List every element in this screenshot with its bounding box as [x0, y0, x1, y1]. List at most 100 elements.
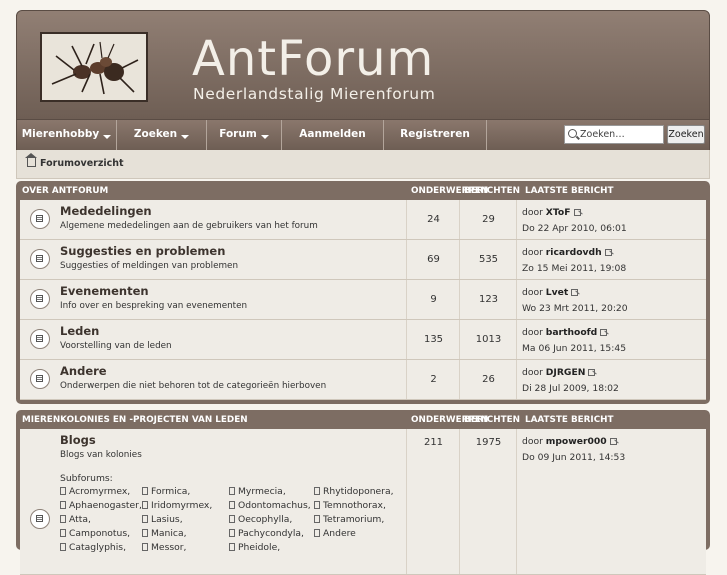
subforum-column: Formica, Iridomyrmex, Lasius, Manica, Me…	[142, 486, 212, 556]
view-latest-post-icon[interactable]	[588, 369, 596, 376]
last-post-user[interactable]: mpower000	[546, 436, 607, 447]
last-post-date: Ma 06 Jun 2011, 15:45	[522, 343, 627, 354]
subforum-column: Acromyrmex, Aphaenogaster, Atta, Campono…	[60, 486, 142, 556]
subforum-link[interactable]: Messor,	[142, 542, 212, 556]
subforum-label: Aphaenogaster,	[69, 500, 142, 511]
topics-cell: 9	[406, 280, 460, 319]
subforum-link[interactable]: Camponotus,	[60, 528, 142, 542]
topic-count: 211	[423, 437, 444, 448]
subforum-link[interactable]: Cataglyphis,	[60, 542, 142, 556]
nav-forum[interactable]: Forum	[207, 120, 282, 150]
posts-cell: 535	[459, 240, 517, 279]
topics-cell: 69	[406, 240, 460, 279]
subforum-link[interactable]: Andere	[314, 528, 394, 542]
subforum-label: Pheidole,	[238, 542, 281, 553]
ant-logo-image[interactable]	[40, 32, 148, 102]
forum-title[interactable]: Leden	[60, 324, 99, 338]
subforum-link[interactable]: Acromyrmex,	[60, 486, 142, 500]
topic-count: 9	[430, 294, 437, 305]
view-latest-post-icon[interactable]	[571, 289, 579, 296]
breadcrumb-home-link[interactable]: Forumoverzicht	[25, 153, 124, 169]
subforum-icon	[142, 543, 148, 551]
view-latest-post-icon[interactable]	[600, 329, 608, 336]
nav-label: Aanmelden	[299, 128, 366, 140]
subforum-link[interactable]: Myrmecia,	[229, 486, 311, 500]
forum-title[interactable]: Evenementen	[60, 284, 149, 298]
forum-title[interactable]: Andere	[60, 364, 107, 378]
subforum-link[interactable]: Atta,	[60, 514, 142, 528]
subforum-icon	[60, 501, 66, 509]
topic-count: 69	[427, 254, 440, 265]
posts-cell: 26	[459, 360, 517, 399]
last-post-date: Zo 15 Mei 2011, 19:08	[522, 263, 627, 274]
last-post-user[interactable]: Lvet	[546, 287, 568, 298]
subforum-link[interactable]: Pheidole,	[229, 542, 311, 556]
subforum-link[interactable]: Manica,	[142, 528, 212, 542]
nav-zoeken[interactable]: Zoeken	[117, 120, 207, 150]
chevron-down-icon	[181, 135, 190, 139]
subforum-column: Myrmecia, Odontomachus, Oecophylla, Pach…	[229, 486, 311, 556]
subforum-link[interactable]: Rhytidoponera,	[314, 486, 394, 500]
subforum-link[interactable]: Pachycondyla,	[229, 528, 311, 542]
topics-cell: 24	[406, 200, 460, 239]
subforum-link[interactable]: Tetramorium,	[314, 514, 394, 528]
last-post-user[interactable]: ricardovdh	[546, 247, 602, 258]
post-count: 26	[482, 374, 495, 385]
subforum-label: Oecophylla,	[238, 514, 293, 525]
last-post-date: Do 22 Apr 2010, 06:01	[522, 223, 627, 234]
category-title[interactable]: OVER ANTFORUM	[22, 186, 108, 196]
subforum-link[interactable]: Formica,	[142, 486, 212, 500]
breadcrumb: Forumoverzicht	[16, 150, 710, 179]
category-title[interactable]: MIERENKOLONIES EN -PROJECTEN VAN LEDEN	[22, 415, 248, 425]
site-title[interactable]: AntForum	[192, 33, 434, 85]
forum-title[interactable]: Suggesties en problemen	[60, 244, 225, 258]
last-post-user[interactable]: barthoofd	[546, 327, 597, 338]
forum-description: Onderwerpen die niet behoren tot de cate…	[60, 381, 327, 391]
nav-label: Forum	[219, 128, 257, 140]
forum-read-icon	[30, 509, 50, 529]
category-header: OVER ANTFORUM ONDERWERPEN BERICHTEN LAAT…	[20, 181, 706, 200]
last-post-author-line: door mpower000	[522, 436, 617, 447]
subforum-label: Lasius,	[151, 514, 183, 525]
view-latest-post-icon[interactable]	[573, 209, 581, 216]
forum-description: Suggesties of meldingen van problemen	[60, 261, 239, 271]
last-cell-divider	[516, 280, 517, 319]
site-subtitle: Nederlandstalig Mierenforum	[193, 85, 436, 103]
subforum-link[interactable]: Aphaenogaster,	[60, 500, 142, 514]
subforum-link[interactable]: Temnothorax,	[314, 500, 394, 514]
ant-icon	[51, 41, 139, 95]
last-cell-divider	[516, 320, 517, 359]
nav-mierenhobby[interactable]: Mierenhobby	[17, 120, 117, 150]
search-input[interactable]: Zoeken…	[564, 125, 664, 144]
breadcrumb-label: Forumoverzicht	[40, 158, 124, 169]
by-prefix: door	[522, 367, 543, 378]
subforum-icon	[229, 543, 235, 551]
subforum-icon	[60, 543, 66, 551]
subforum-link[interactable]: Iridomyrmex,	[142, 500, 212, 514]
by-prefix: door	[522, 436, 543, 447]
topic-count: 135	[423, 334, 444, 345]
page-wrapper: AntForum Nederlandstalig Mierenforum Mie…	[16, 10, 710, 179]
subforum-icon	[60, 515, 66, 523]
forum-title[interactable]: Blogs	[60, 433, 96, 447]
forum-row: Suggesties en problemen Suggesties of me…	[20, 240, 706, 280]
last-cell-divider	[516, 200, 517, 239]
nav-aanmelden[interactable]: Aanmelden	[282, 120, 384, 150]
subforum-label: Formica,	[151, 486, 191, 497]
forum-row: Andere Onderwerpen die niet behoren tot …	[20, 360, 706, 400]
nav-registreren[interactable]: Registreren	[384, 120, 487, 150]
subforum-link[interactable]: Odontomachus,	[229, 500, 311, 514]
last-post-author-line: door XToF	[522, 207, 581, 218]
view-latest-post-icon[interactable]	[609, 438, 617, 445]
forum-description: Info over en bespreking van evenementen	[60, 301, 248, 311]
search-button[interactable]: Zoeken	[667, 125, 705, 144]
post-count: 29	[482, 214, 495, 225]
view-latest-post-icon[interactable]	[604, 249, 612, 256]
forum-title[interactable]: Mededelingen	[60, 204, 152, 218]
posts-cell: 1975	[459, 429, 517, 574]
last-post-user[interactable]: XToF	[546, 207, 571, 218]
subforum-icon	[314, 487, 320, 495]
subforum-link[interactable]: Lasius,	[142, 514, 212, 528]
last-post-user[interactable]: DJRGEN	[546, 367, 586, 378]
subforum-link[interactable]: Oecophylla,	[229, 514, 311, 528]
